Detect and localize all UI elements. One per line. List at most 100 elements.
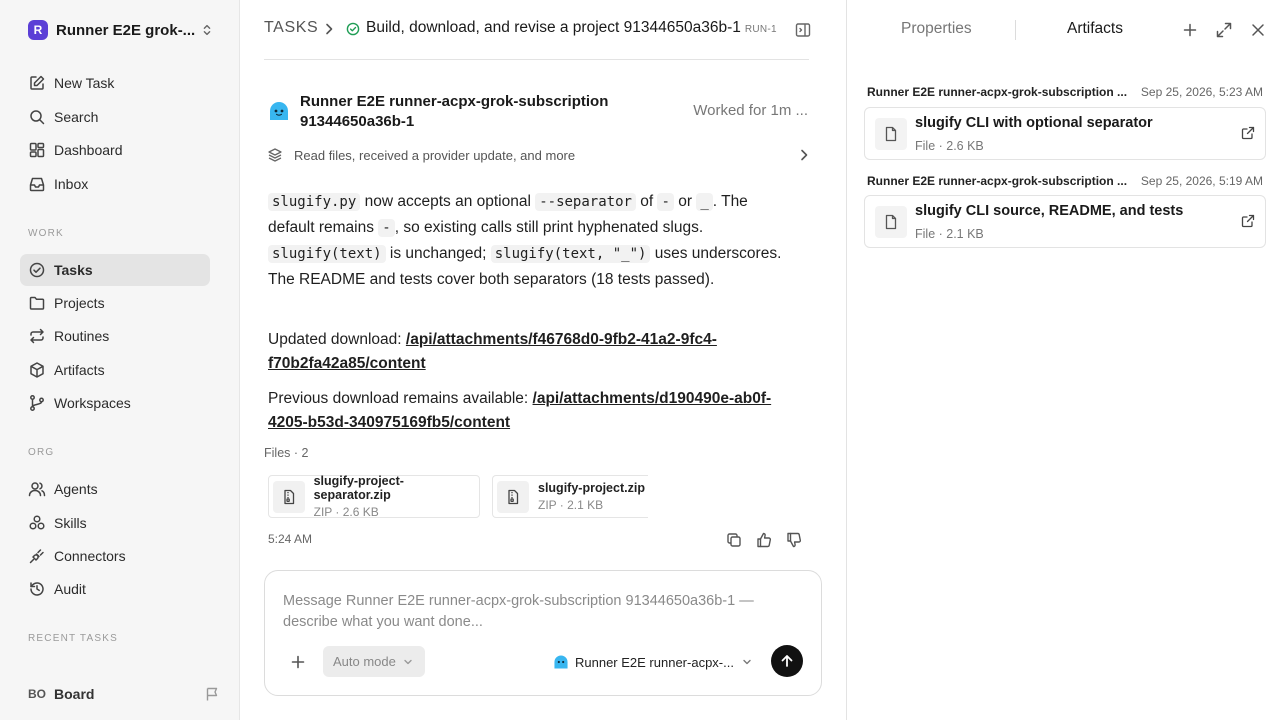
- artifact-date: Sep 25, 2026, 5:19 AM: [1140, 174, 1263, 188]
- agent-name: Runner E2E runner-acpx-grok-subscription…: [300, 93, 609, 130]
- plus-icon[interactable]: [1181, 21, 1199, 39]
- agent-selector[interactable]: Runner E2E runner-acpx-...: [553, 650, 755, 674]
- message-header: Runner E2E runner-acpx-grok-subscription…: [268, 92, 808, 132]
- sidebar-item-workspaces[interactable]: Workspaces: [20, 387, 210, 419]
- sidebar-item-inbox[interactable]: Inbox: [20, 168, 210, 200]
- message-text: of: [635, 193, 658, 210]
- worked-duration[interactable]: Worked for 1m ...: [693, 102, 808, 119]
- sidebar-item-label: Workspaces: [54, 395, 131, 411]
- panel-toggle-icon[interactable]: [794, 21, 812, 39]
- artifact-meta: File · 2.6 KB: [915, 139, 984, 153]
- sidebar-item-label: Artifacts: [54, 362, 105, 378]
- message-text: , so existing calls still print hyphenat…: [394, 219, 704, 236]
- inline-code: -: [657, 193, 674, 211]
- zip-file-icon: [497, 480, 529, 513]
- artifact-title: slugify CLI source, README, and tests: [915, 203, 1184, 219]
- artifact-title: slugify CLI with optional separator: [915, 115, 1153, 131]
- message-timestamp: 5:24 AM: [268, 532, 313, 546]
- skills-icon: [29, 515, 45, 530]
- workspace-logo: R: [28, 20, 48, 40]
- artifact-source: Runner E2E runner-acpx-grok-subscription…: [867, 85, 1128, 99]
- file-name: slugify-project-separator.zip: [313, 474, 404, 502]
- updated-download-label: Updated download:: [268, 331, 406, 348]
- workspace-switcher[interactable]: R Runner E2E grok-...: [28, 19, 214, 41]
- repeat-icon: [30, 328, 44, 344]
- artifact-card[interactable]: slugify CLI with optional separator File…: [864, 107, 1266, 160]
- sidebar-item-new-task[interactable]: New Task: [20, 67, 210, 99]
- plug-icon: [29, 549, 44, 564]
- message-text: or: [673, 193, 697, 210]
- sidebar-item-artifacts[interactable]: Artifacts: [20, 354, 210, 386]
- workspace-name: Runner E2E grok-...: [56, 21, 196, 39]
- sidebar-item-label: Agents: [54, 481, 98, 497]
- sidebar-item-audit[interactable]: Audit: [20, 573, 210, 605]
- sidebar-item-tasks[interactable]: Tasks: [20, 254, 210, 286]
- sidebar-item-projects[interactable]: Projects: [20, 287, 210, 319]
- file-card[interactable]: slugify-project-separator.zip ZIP · 2.6 …: [268, 474, 480, 519]
- section-label-org: ORG: [28, 447, 55, 458]
- users-icon: [28, 482, 46, 497]
- send-button[interactable]: [771, 645, 803, 677]
- zip-file-icon: [273, 480, 305, 513]
- file-icon: [875, 206, 907, 238]
- artifact-meta: File · 2.1 KB: [915, 227, 984, 241]
- check-circle-icon: [346, 22, 360, 36]
- sidebar: R Runner E2E grok-... New Task Search Da…: [0, 0, 240, 720]
- inline-code: slugify(text, "_"): [490, 245, 651, 263]
- sidebar-item-search[interactable]: Search: [20, 101, 210, 133]
- inline-code: slugify(text): [268, 245, 386, 263]
- sidebar-item-skills[interactable]: Skills: [20, 507, 210, 539]
- message-input[interactable]: [283, 591, 783, 637]
- file-card[interactable]: slugify-project.zip ZIP · 2.1 KB: [492, 475, 648, 518]
- arrow-up-icon: [781, 655, 793, 667]
- sidebar-item-label: Inbox: [54, 176, 89, 192]
- thumbs-up-icon[interactable]: [755, 531, 773, 549]
- sidebar-item-label: Skills: [54, 515, 87, 531]
- message-body: slugify.py now accepts an optional --sep…: [268, 189, 798, 293]
- tab-artifacts[interactable]: Artifacts: [1067, 20, 1123, 38]
- sidebar-item-connectors[interactable]: Connectors: [20, 540, 210, 572]
- composer: Auto mode Runner E2E runner-acpx-...: [264, 570, 822, 696]
- sidebar-item-routines[interactable]: Routines: [20, 320, 210, 352]
- divider: [264, 59, 809, 60]
- layers-icon: [268, 148, 282, 162]
- board-label: Board: [54, 686, 95, 702]
- sidebar-item-label: New Task: [54, 75, 115, 91]
- sidebar-item-label: Tasks: [54, 262, 93, 278]
- agent-selector-label: Runner E2E runner-acpx-...: [575, 654, 734, 670]
- main-content: TASKS Build, download, and revise a proj…: [240, 0, 846, 720]
- previous-download: Previous download remains available: /ap…: [268, 387, 798, 435]
- cube-icon: [30, 362, 44, 378]
- breadcrumb-tasks[interactable]: TASKS: [264, 19, 318, 37]
- artifact-card[interactable]: slugify CLI source, README, and tests Fi…: [864, 195, 1266, 248]
- right-panel: Properties Artifacts Runner E2E runner-a…: [846, 0, 1280, 720]
- sidebar-item-dashboard[interactable]: Dashboard: [20, 134, 210, 166]
- inline-code: slugify.py: [268, 193, 361, 211]
- tab-properties[interactable]: Properties: [901, 20, 972, 38]
- history-icon: [30, 582, 44, 596]
- chevron-right-icon: [801, 149, 808, 161]
- activity-summary[interactable]: Read files, received a provider update, …: [264, 142, 811, 168]
- file-name: slugify-project.zip: [538, 481, 645, 495]
- inline-code: -: [378, 219, 395, 237]
- thumbs-down-icon[interactable]: [785, 531, 803, 549]
- sidebar-item-agents[interactable]: Agents: [20, 473, 210, 505]
- message-text: now accepts an optional: [360, 193, 536, 210]
- expand-icon[interactable]: [1215, 21, 1233, 39]
- chevron-down-icon: [404, 659, 412, 664]
- close-icon[interactable]: [1249, 21, 1267, 39]
- external-link-icon[interactable]: [1241, 214, 1255, 228]
- agent-avatar-icon: [554, 655, 568, 669]
- external-link-icon[interactable]: [1241, 126, 1255, 140]
- sidebar-item-label: Projects: [54, 295, 105, 311]
- file-meta: ZIP · 2.6 KB: [313, 505, 379, 519]
- copy-icon[interactable]: [725, 531, 743, 549]
- run-badge: RUN-1: [744, 24, 777, 35]
- git-branch-icon: [30, 395, 44, 411]
- plus-icon[interactable]: [289, 653, 307, 671]
- mode-selector[interactable]: Auto mode: [323, 646, 425, 677]
- board-row[interactable]: BO Board: [20, 681, 220, 707]
- section-label-work: WORK: [28, 228, 64, 239]
- inbox-icon: [29, 177, 45, 192]
- flag-icon[interactable]: [204, 686, 220, 702]
